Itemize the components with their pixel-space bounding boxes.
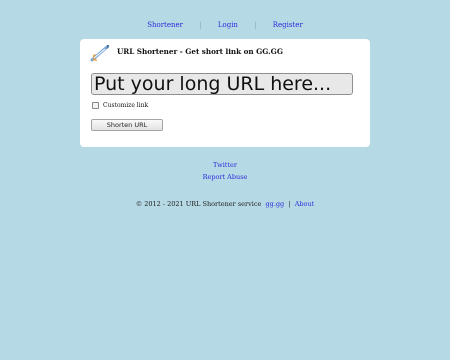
nav-shortener-link[interactable]: Shortener bbox=[147, 21, 183, 29]
report-abuse-link[interactable]: Report Abuse bbox=[203, 173, 248, 181]
nav-separator: | bbox=[254, 21, 257, 29]
top-nav: Shortener | Login | Register bbox=[0, 21, 450, 29]
footer-separator: | bbox=[288, 200, 291, 208]
twitter-row: Twitter bbox=[0, 161, 450, 169]
customize-row: Customize link bbox=[92, 102, 148, 109]
card-title: URL Shortener - Get short link on GG.GG bbox=[117, 47, 283, 56]
twitter-link[interactable]: Twitter bbox=[213, 161, 237, 169]
rocket-icon bbox=[90, 45, 109, 62]
footer: © 2012 - 2021 URL Shortener service gg.g… bbox=[0, 200, 450, 208]
nav-login-link[interactable]: Login bbox=[218, 21, 238, 29]
customize-checkbox[interactable] bbox=[92, 102, 99, 109]
copyright-text: © 2012 - 2021 URL Shortener service bbox=[135, 200, 262, 208]
nav-register-link[interactable]: Register bbox=[273, 21, 303, 29]
domain-link[interactable]: gg.gg bbox=[266, 200, 285, 208]
about-link[interactable]: About bbox=[295, 200, 315, 208]
page: Shortener | Login | Register URL Shorten… bbox=[0, 0, 450, 360]
long-url-input[interactable]: Put your long URL here... bbox=[91, 73, 353, 95]
shortener-card: URL Shortener - Get short link on GG.GG … bbox=[80, 39, 370, 147]
customize-label[interactable]: Customize link bbox=[103, 102, 148, 109]
report-row: Report Abuse bbox=[0, 173, 450, 181]
nav-separator: | bbox=[199, 21, 202, 29]
shorten-url-button[interactable]: Shorten URL bbox=[91, 119, 163, 131]
